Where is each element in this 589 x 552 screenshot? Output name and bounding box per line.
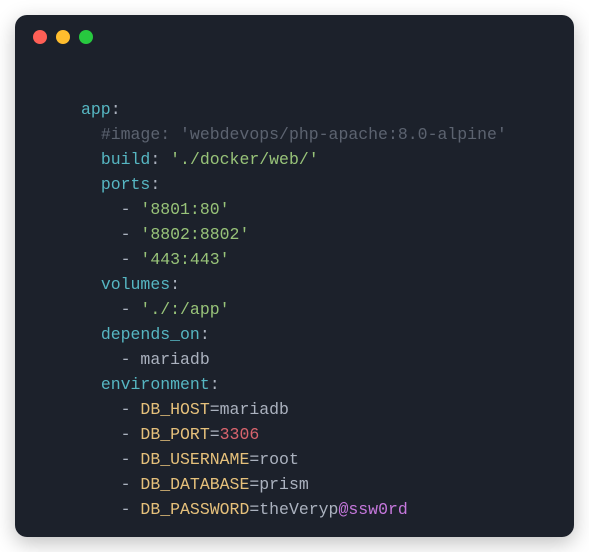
env-val-part: @ssw0rd xyxy=(338,500,407,519)
env-val-part: theVeryp xyxy=(259,500,338,519)
yaml-port: '8801:80' xyxy=(140,200,229,219)
yaml-port: '8802:8802' xyxy=(140,225,249,244)
yaml-val-build: './docker/web/' xyxy=(170,150,319,169)
env-val: mariadb xyxy=(220,400,289,419)
env-var: DB_USERNAME xyxy=(140,450,249,469)
env-val: prism xyxy=(259,475,309,494)
yaml-key-app: app xyxy=(81,100,111,119)
code-window: app: #image: 'webdevops/php-apache:8.0-a… xyxy=(15,15,574,537)
env-var: DB_DATABASE xyxy=(140,475,249,494)
yaml-key-env: environment xyxy=(101,375,210,394)
env-val: 3306 xyxy=(220,425,260,444)
window-titlebar xyxy=(15,15,574,59)
yaml-key-ports: ports xyxy=(101,175,151,194)
code-block: app: #image: 'webdevops/php-apache:8.0-a… xyxy=(15,59,574,522)
zoom-icon[interactable] xyxy=(79,30,93,44)
yaml-comment: #image: 'webdevops/php-apache:8.0-alpine… xyxy=(101,125,507,144)
env-val: root xyxy=(259,450,299,469)
env-var: DB_HOST xyxy=(140,400,209,419)
yaml-key-depends: depends_on xyxy=(101,325,200,344)
yaml-volume: './:/app' xyxy=(140,300,229,319)
minimize-icon[interactable] xyxy=(56,30,70,44)
yaml-key-build: build xyxy=(101,150,151,169)
close-icon[interactable] xyxy=(33,30,47,44)
yaml-key-volumes: volumes xyxy=(101,275,170,294)
yaml-port: '443:443' xyxy=(140,250,229,269)
env-var: DB_PORT xyxy=(140,425,209,444)
yaml-depends-item: mariadb xyxy=(140,350,209,369)
env-var: DB_PASSWORD xyxy=(140,500,249,519)
